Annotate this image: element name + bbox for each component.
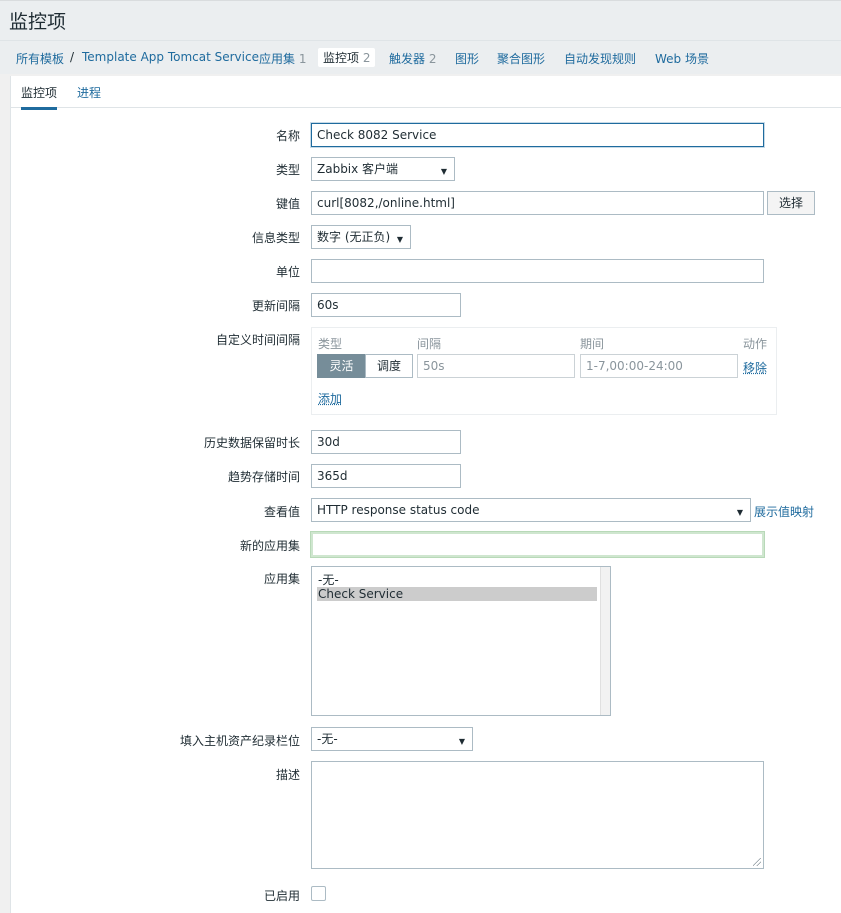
breadcrumb-label: 应用集: [259, 52, 296, 66]
units-label: 单位: [275, 265, 300, 279]
type-label: 类型: [275, 163, 300, 177]
new-application-label: 新的应用集: [239, 539, 300, 553]
description-label: 描述: [275, 768, 300, 782]
inventory-select-value: -无-: [317, 732, 338, 746]
breadcrumb-count: 2: [362, 51, 371, 65]
breadcrumb-triggers[interactable]: 触发器 2: [389, 50, 436, 67]
trends-label: 趋势存储时间: [227, 470, 300, 484]
interval-placeholder: 50s: [423, 359, 445, 373]
column-header-period: 期间: [580, 337, 605, 351]
custom-intervals-table: 类型 间隔 期间 动作 灵活 调度 50s 1-7,00:00-24:00 移除…: [311, 327, 777, 415]
key-label: 键值: [275, 197, 300, 211]
list-item[interactable]: -无-: [317, 573, 597, 587]
breadcrumb-graphs[interactable]: 图形: [455, 50, 479, 67]
breadcrumb-separator: /: [70, 50, 75, 64]
info-type-select-value: 数字 (无正负): [317, 230, 391, 244]
breadcrumb-template[interactable]: Template App Tomcat Service: [82, 50, 259, 64]
period-input[interactable]: 1-7,00:00-24:00: [580, 354, 738, 378]
flexible-toggle[interactable]: 灵活: [317, 354, 366, 378]
item-form-panel: 监控项 进程 名称 Check 8082 Service 类型 Zabbix 客…: [10, 76, 841, 913]
scheduling-toggle[interactable]: 调度: [365, 354, 413, 378]
breadcrumb-count: 1: [298, 52, 307, 66]
tab-process[interactable]: 进程: [77, 84, 101, 101]
inventory-select[interactable]: -无- ▼: [311, 727, 473, 751]
info-type-label: 信息类型: [251, 231, 300, 245]
listbox-scrollbar[interactable]: [600, 567, 610, 715]
valuemap-select[interactable]: HTTP response status code ▼: [311, 498, 751, 522]
breadcrumb-discovery-rules[interactable]: 自动发现规则: [564, 50, 636, 67]
type-select-value: Zabbix 客户端: [317, 162, 399, 176]
select-key-button[interactable]: 选择: [767, 191, 815, 215]
dropdown-arrow-icon: ▼: [458, 737, 465, 746]
key-input[interactable]: curl[8082,/online.html]: [311, 191, 764, 215]
custom-intervals-label: 自定义时间间隔: [215, 333, 300, 347]
update-interval-label: 更新间隔: [251, 299, 300, 313]
breadcrumb-applications[interactable]: 应用集 1: [259, 50, 306, 67]
show-value-mappings-link[interactable]: 展示值映射: [754, 503, 814, 520]
enabled-checkbox[interactable]: [311, 886, 326, 901]
page-title: 监控项: [9, 11, 67, 33]
valuemap-label: 查看值: [263, 505, 300, 519]
add-interval-link[interactable]: 添加: [318, 390, 342, 407]
type-select[interactable]: Zabbix 客户端 ▼: [311, 157, 455, 181]
breadcrumb: 所有模板 / Template App Tomcat Service 应用集 1…: [0, 40, 841, 74]
history-input[interactable]: 30d: [311, 430, 461, 454]
units-input[interactable]: [311, 259, 764, 283]
interval-input[interactable]: 50s: [417, 354, 575, 378]
breadcrumb-items[interactable]: 监控项 2: [318, 48, 376, 67]
breadcrumb-all-templates[interactable]: 所有模板: [16, 50, 64, 67]
applications-label: 应用集: [263, 572, 300, 586]
inventory-label: 填入主机资产纪录栏位: [179, 734, 300, 748]
dropdown-arrow-icon: ▼: [440, 167, 447, 176]
breadcrumb-web-scenarios[interactable]: Web 场景: [655, 50, 709, 67]
list-item[interactable]: Check Service: [317, 587, 597, 601]
info-type-select[interactable]: 数字 (无正负) ▼: [311, 225, 411, 249]
page-header: 监控项: [0, 0, 841, 40]
breadcrumb-count: 2: [428, 52, 437, 66]
column-header-action: 动作: [743, 337, 768, 351]
applications-listbox[interactable]: -无- Check Service: [311, 566, 611, 716]
history-label: 历史数据保留时长: [203, 436, 300, 450]
tab-item[interactable]: 监控项: [21, 84, 58, 110]
enabled-label: 已启用: [263, 889, 300, 903]
trends-input[interactable]: 365d: [311, 464, 461, 488]
name-label: 名称: [275, 129, 300, 143]
breadcrumb-label: 监控项: [323, 51, 360, 65]
valuemap-select-value: HTTP response status code: [317, 503, 480, 517]
remove-interval-link[interactable]: 移除: [743, 359, 767, 376]
name-input[interactable]: Check 8082 Service: [311, 123, 764, 147]
tab-bar: 监控项 进程: [11, 76, 841, 110]
resize-grip-icon[interactable]: [753, 858, 761, 866]
breadcrumb-label: 触发器: [389, 52, 426, 66]
new-application-input[interactable]: [311, 532, 764, 557]
dropdown-arrow-icon: ▼: [396, 235, 403, 244]
period-placeholder: 1-7,00:00-24:00: [586, 359, 683, 373]
description-textarea[interactable]: [311, 761, 764, 869]
column-header-type: 类型: [318, 337, 343, 351]
update-interval-input[interactable]: 60s: [311, 293, 461, 317]
column-header-interval: 间隔: [417, 337, 442, 351]
dropdown-arrow-icon: ▼: [736, 508, 743, 517]
breadcrumb-screens[interactable]: 聚合图形: [497, 50, 545, 67]
